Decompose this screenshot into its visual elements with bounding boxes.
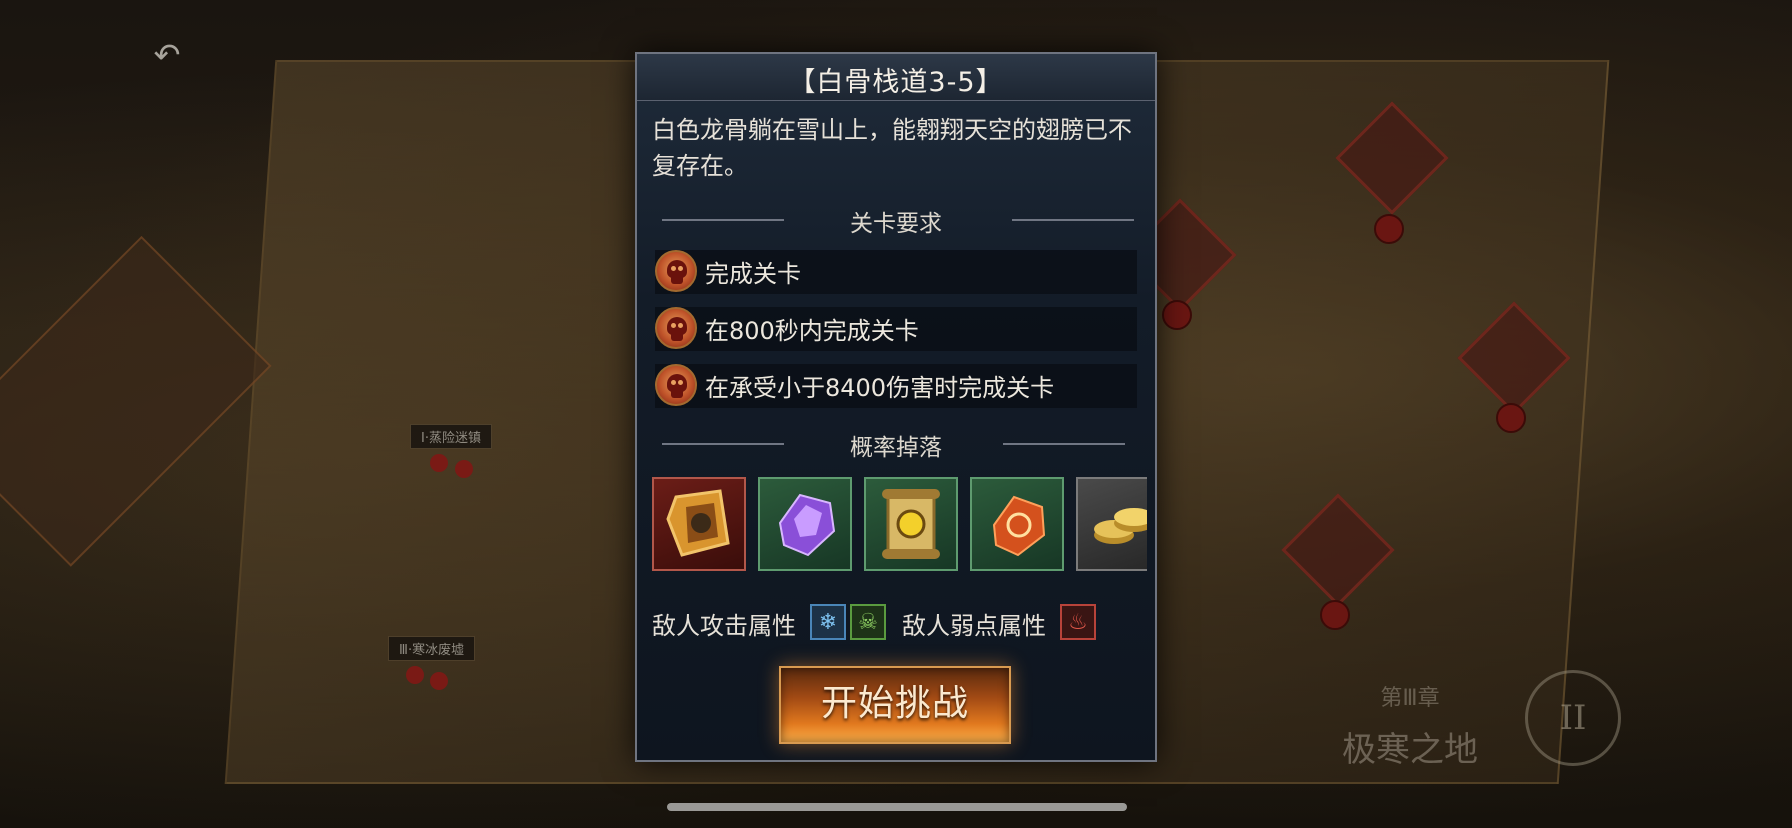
requirement-row: 在承受小于8400伤害时完成关卡 (655, 364, 1137, 408)
drop-item-fire-rune-stone[interactable] (970, 477, 1064, 571)
start-challenge-button[interactable]: 开始挑战 (779, 666, 1011, 744)
map-node-marker (1162, 300, 1192, 330)
skull-badge-icon (655, 364, 697, 406)
stage-title: 【白骨栈道3-5】 (788, 67, 1004, 98)
ice-icon[interactable]: ❄ (810, 604, 846, 640)
golden-scroll-icon (882, 489, 940, 559)
purple-gem-icon (778, 493, 836, 557)
fire-rune-icon (992, 495, 1046, 557)
requirements-heading: 关卡要求 (637, 204, 1155, 237)
drop-item-golden-scroll[interactable] (864, 477, 958, 571)
fire-icon[interactable]: ♨ (1060, 604, 1096, 640)
home-indicator[interactable] (667, 803, 1127, 811)
map-node-label: Ⅰ·蒸险迷镇 (410, 424, 492, 449)
map-node-marker (1496, 403, 1526, 433)
poison-icon[interactable]: ☠ (850, 604, 886, 640)
drop-items (652, 477, 1147, 575)
drop-item-amber-crystal[interactable] (652, 477, 746, 571)
requirement-row: 在800秒内完成关卡 (655, 307, 1137, 351)
chapter-number: 第Ⅲ章 (1380, 686, 1440, 711)
enemy-weak-label: 敌人弱点属性 (902, 612, 1046, 640)
chapter-name: 极寒之地 (1342, 730, 1478, 770)
enemy-attack-label: 敌人攻击属性 (652, 612, 796, 640)
gold-coins-icon (1094, 508, 1147, 544)
dialog-title-bar: 【白骨栈道3-5】 (637, 54, 1155, 101)
amber-crystal-icon (666, 489, 730, 557)
map-node-label: Ⅲ·寒冰废墟 (388, 636, 476, 661)
skull-icon (406, 666, 424, 684)
requirement-row: 完成关卡 (655, 250, 1137, 294)
skull-icon (430, 672, 448, 690)
chapter-emblem-icon: II (1525, 670, 1621, 766)
map-node-marker (1320, 600, 1350, 630)
skull-badge-icon (655, 307, 697, 349)
requirements-heading-label: 关卡要求 (850, 211, 942, 237)
back-arrow-icon[interactable]: ↶ (150, 38, 184, 72)
enemy-attributes: 敌人攻击属性 ❄ ☠ 敌人弱点属性 ♨ (652, 602, 1142, 642)
divider-line (1012, 219, 1134, 221)
drop-item-purple-gem[interactable] (758, 477, 852, 571)
requirement-text: 在承受小于8400伤害时完成关卡 (705, 374, 1055, 402)
drops-heading-label: 概率掉落 (850, 435, 942, 461)
chapter-info: 第Ⅲ章 极寒之地 (1330, 680, 1490, 771)
divider-line (1003, 443, 1125, 445)
skull-icon (455, 460, 473, 478)
requirement-text: 在800秒内完成关卡 (705, 317, 919, 345)
map-node-marker (1374, 214, 1404, 244)
drops-heading: 概率掉落 (637, 428, 1155, 461)
stage-description: 白色龙骨躺在雪山上，能翱翔天空的翅膀已不复存在。 (652, 116, 1132, 180)
skull-icon (430, 454, 448, 472)
skull-badge-icon (655, 250, 697, 292)
stage-info-dialog: 【白骨栈道3-5】 白色龙骨躺在雪山上，能翱翔天空的翅膀已不复存在。 关卡要求 … (635, 52, 1157, 762)
requirement-text: 完成关卡 (705, 260, 801, 288)
drop-item-gold-coins[interactable] (1076, 477, 1147, 571)
